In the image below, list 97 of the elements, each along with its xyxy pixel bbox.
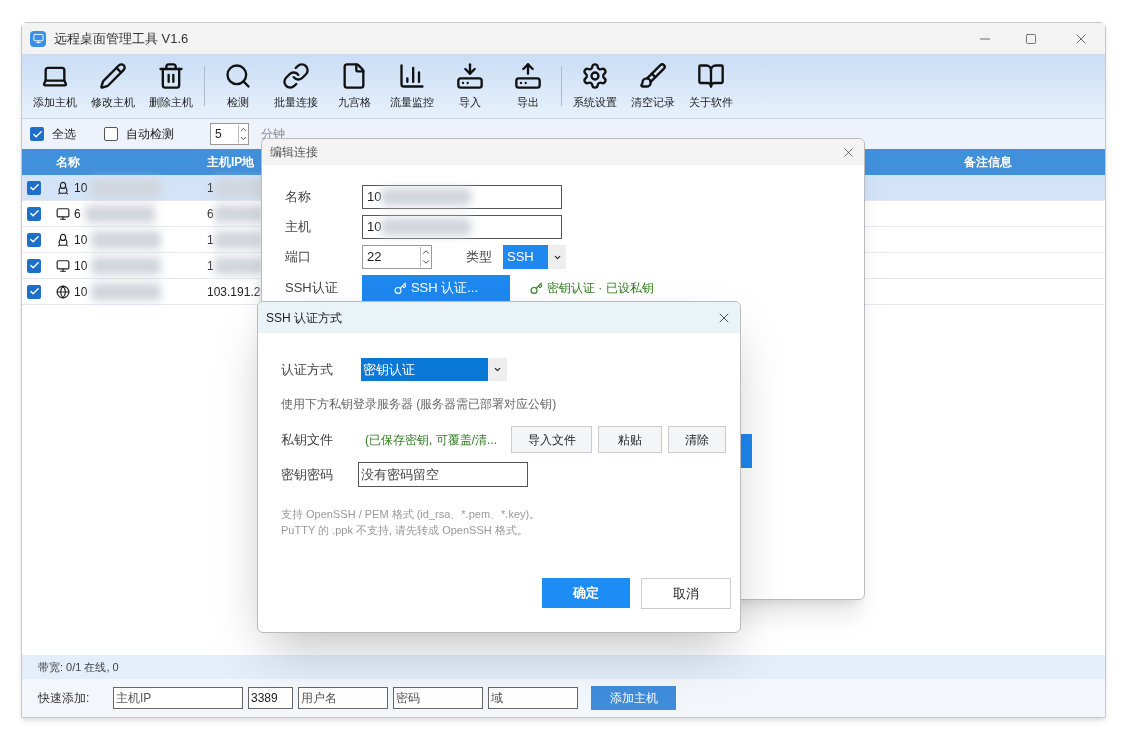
blur-patch: [213, 230, 264, 249]
toolbar-button[interactable]: 关于软件: [682, 56, 740, 116]
field-label: 类型: [466, 248, 493, 267]
blur-patch: [91, 230, 162, 249]
toolbar-button[interactable]: 流量监控: [383, 56, 441, 116]
pencil-icon: [99, 61, 127, 90]
brush-icon: [639, 61, 667, 90]
checkbox[interactable]: [27, 258, 41, 273]
status-text: 带宽: 0/1 在线, 0: [38, 659, 119, 675]
table-cell-text: 1: [207, 231, 214, 249]
password-field[interactable]: 没有密码留空: [358, 462, 528, 487]
input-field[interactable]: 域: [488, 687, 578, 709]
checkbox[interactable]: [104, 127, 118, 141]
upload-icon: [514, 61, 542, 90]
input-field[interactable]: 3389: [248, 687, 293, 709]
table-cell-text: 6: [207, 205, 214, 223]
book-icon: [697, 61, 725, 90]
key-status: (已保存密钥, 可覆盖/清...: [365, 431, 498, 449]
note-text: 支持 OpenSSH / PEM 格式 (id_rsa、*.pem、*.key)。: [281, 507, 542, 522]
table-cell-text: 1: [207, 179, 214, 197]
checkbox[interactable]: [30, 127, 44, 141]
monitor-icon: [56, 206, 70, 221]
unit-label: 分钟: [261, 126, 285, 143]
toolbar-button[interactable]: 导出: [499, 56, 557, 116]
input-field[interactable]: 主机IP: [113, 687, 243, 709]
description-text: 使用下方私钥登录服务器 (服务器需已部署对应公钥): [281, 396, 558, 413]
field-label: 名称: [285, 188, 312, 207]
input-field[interactable]: 密码: [393, 687, 483, 709]
table-cell-text: 10: [74, 283, 88, 301]
blur-patch: [213, 204, 264, 223]
toolbar-button[interactable]: 批量连接: [267, 56, 325, 116]
field-label: 私钥文件: [281, 430, 334, 449]
table-cell-text: 6: [74, 205, 81, 223]
toolbar-button[interactable]: 清空记录: [624, 56, 682, 116]
toolbar-button[interactable]: 添加主机: [26, 56, 84, 116]
field-label: SSH认证: [285, 279, 339, 298]
key-action-button[interactable]: 导入文件: [511, 426, 593, 453]
trash-icon: [157, 61, 185, 90]
field-label: 主机: [285, 218, 312, 237]
blur-patch: [91, 178, 162, 197]
toolbar-button[interactable]: 检测: [209, 56, 267, 116]
toolbar-button[interactable]: 修改主机: [84, 56, 142, 116]
search-icon: [224, 61, 252, 90]
toolbar-button[interactable]: 系统设置: [566, 56, 624, 116]
blur-patch: [84, 204, 155, 223]
dialog-title: 编辑连接: [270, 144, 318, 161]
cancel-button[interactable]: 取消: [641, 578, 731, 609]
download-icon: [456, 61, 484, 90]
interval-spinner[interactable]: 5: [210, 123, 249, 145]
field-label: 端口: [285, 248, 312, 267]
field-label: 认证方式: [281, 360, 334, 379]
bar-chart-icon: [398, 61, 426, 90]
checkbox[interactable]: [27, 284, 41, 299]
checkbox[interactable]: [27, 206, 41, 221]
globe-icon: [56, 284, 70, 299]
link-icon: [282, 61, 310, 90]
maximize-icon[interactable]: [1025, 32, 1037, 45]
checkbox[interactable]: [27, 180, 41, 195]
blur-patch: [91, 282, 162, 301]
table-cell-text: 10: [74, 231, 88, 249]
key-icon: [393, 281, 407, 295]
table-cell-text: 10: [74, 179, 88, 197]
key-action-button[interactable]: 粘贴: [598, 426, 662, 453]
blur-patch: [213, 256, 264, 275]
table-cell-text: 1: [207, 257, 214, 275]
app-icon: [30, 30, 46, 47]
column-header: 主机IP地: [206, 154, 256, 171]
input-field[interactable]: 10: [362, 215, 562, 239]
note-text: PuTTY 的 .ppk 不支持, 请先转成 OpenSSH 格式。: [281, 523, 529, 538]
toolbar-button[interactable]: 删除主机: [142, 56, 200, 116]
key-action-button[interactable]: 清除: [667, 426, 726, 453]
dialog-title: SSH 认证方式: [266, 309, 342, 327]
field-label: 密钥密码: [281, 465, 334, 484]
column-header: 名称: [55, 154, 81, 171]
monitor-icon: [56, 258, 70, 273]
table-cell-text: 103.191.2: [207, 283, 261, 301]
toolbar-button[interactable]: 九宫格: [325, 56, 383, 116]
add-host-button[interactable]: 添加主机: [591, 686, 676, 710]
column-header: 备注信息: [963, 154, 1013, 171]
input-field[interactable]: 10: [362, 185, 562, 209]
checkbox[interactable]: [27, 232, 41, 247]
port-spinner[interactable]: 22: [362, 245, 432, 269]
penguin-icon: [56, 232, 70, 247]
quick-add-label: 快速添加:: [38, 690, 91, 707]
checkbox-label: 自动检测: [126, 126, 174, 143]
toolbar-button[interactable]: 导入: [441, 56, 499, 116]
auth-status: 密钥认证 · 已设私钥: [547, 280, 654, 297]
blur-patch: [91, 256, 162, 275]
checkbox-label: 全选: [52, 126, 76, 143]
key-icon: [530, 281, 543, 295]
table-cell-text: 10: [74, 257, 88, 275]
ssh-auth-button[interactable]: SSH 认证...: [362, 275, 510, 301]
input-field[interactable]: 用户名: [298, 687, 388, 709]
penguin-icon: [56, 180, 70, 195]
blur-patch: [213, 178, 264, 197]
settings-icon: [581, 61, 609, 90]
window-title: 远程桌面管理工具 V1.6: [54, 29, 189, 48]
